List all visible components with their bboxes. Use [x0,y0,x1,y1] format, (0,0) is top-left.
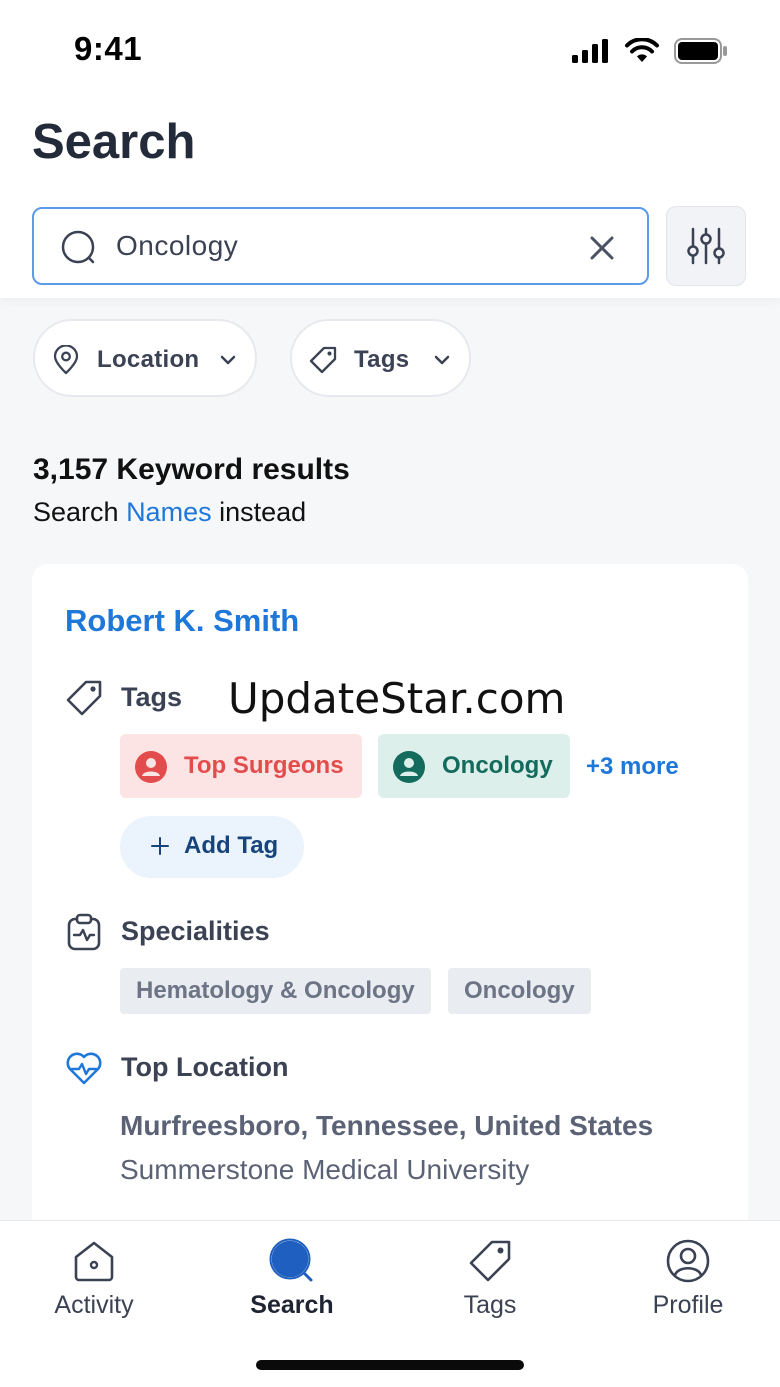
speciality-pill: Hematology & Oncology [120,968,431,1014]
wifi-icon [625,38,659,62]
page-title: Search [32,115,196,169]
status-time: 9:41 [74,30,143,67]
cellular-signal-icon [572,39,608,63]
header-area: 9:41 Search Oncology [0,0,780,298]
search-input[interactable]: Oncology [32,207,649,285]
tab-activity[interactable]: Activity [14,1229,174,1329]
user-circle-icon [135,751,167,783]
alt-suffix: instead [211,497,307,527]
tab-tags[interactable]: Tags [410,1229,570,1329]
home-icon [74,1241,114,1282]
result-name-link[interactable]: Robert K. Smith [65,603,299,639]
clipboard-pulse-icon [67,913,101,951]
battery-icon [674,38,727,64]
more-tags-link[interactable]: +3 more [586,753,679,781]
plus-icon [151,837,169,855]
tag-icon [66,680,102,716]
location-filter-label: Location [97,346,200,373]
search-icon [269,1238,313,1282]
chevron-down-icon [434,355,450,365]
speciality-pill: Oncology [448,968,591,1014]
results-count: 3,157 Keyword results [33,453,350,486]
user-circle-icon [393,751,425,783]
tag-oncology[interactable]: Oncology [378,734,570,798]
add-tag-label: Add Tag [184,832,279,859]
status-bar: 9:41 [0,0,780,100]
tab-profile[interactable]: Profile [608,1229,768,1329]
search-input-value[interactable]: Oncology [116,230,238,262]
status-icons [572,38,728,64]
tab-tags-label: Tags [463,1291,517,1319]
clear-search-icon[interactable] [587,233,617,263]
tab-activity-label: Activity [54,1291,134,1319]
tag-top-surgeons-label: Top Surgeons [184,752,344,779]
tags-section-label: Tags [121,682,183,712]
tags-filter-chip[interactable]: Tags [290,319,471,397]
institution-text: Summerstone Medical University [120,1154,530,1185]
specialities-section-label: Specialities [121,916,270,946]
filter-settings-button[interactable] [666,206,746,286]
tag-icon [469,1240,511,1282]
chevron-down-icon [220,355,236,365]
home-indicator[interactable] [256,1360,524,1370]
location-filter-chip[interactable]: Location [33,319,257,397]
tab-profile-label: Profile [652,1291,724,1319]
alt-prefix: Search [33,497,127,527]
tab-search-label: Search [250,1291,334,1319]
search-icon [61,230,95,264]
add-tag-button[interactable]: Add Tag [120,816,304,878]
tag-oncology-label: Oncology [442,752,553,779]
tag-icon [309,346,337,374]
result-card: Robert K. Smith Tags UpdateStar.com Top … [32,564,748,1264]
sliders-icon [687,227,725,265]
profile-icon [666,1239,710,1283]
watermark-text: UpdateStar.com [228,674,566,723]
tags-filter-label: Tags [354,346,410,373]
search-names-instead: Search Names instead [33,497,306,528]
map-pin-icon [53,345,79,375]
search-names-link[interactable]: Names [126,497,212,527]
top-location-section-label: Top Location [121,1052,289,1082]
tab-search[interactable]: Search [212,1229,372,1329]
tag-top-surgeons[interactable]: Top Surgeons [120,734,362,798]
location-text: Murfreesboro, Tennessee, United States [120,1110,654,1141]
heart-pulse-icon [66,1052,102,1085]
